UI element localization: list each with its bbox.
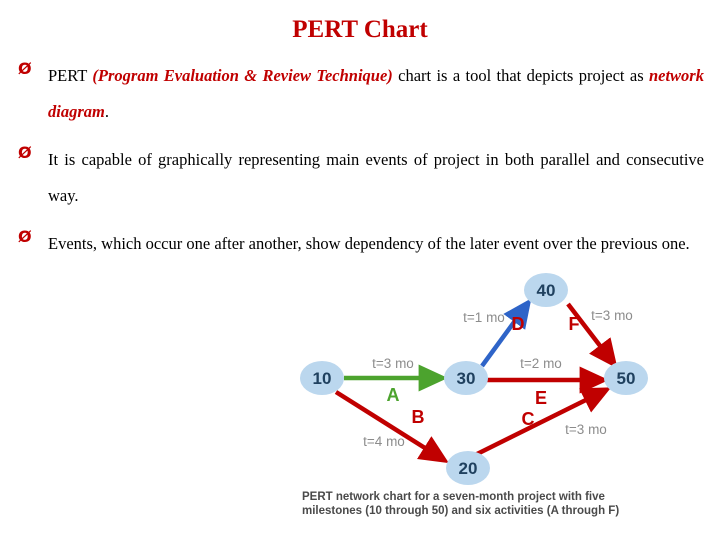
svg-text:10: 10 (313, 369, 332, 388)
bullet-segment-emphasis: (Program Evaluation & Review Technique) (92, 66, 393, 85)
activity-label-c: C (522, 409, 535, 429)
milestone-node-30: 30 (444, 361, 488, 395)
activity-label-a: A (387, 385, 400, 405)
bullet-segment: . (104, 102, 109, 121)
list-item: Ø Events, which occur one after another,… (18, 226, 704, 262)
activity-duration-e: t=2 mo (520, 356, 562, 371)
bullet-segment: chart is a tool that depicts project as (392, 66, 649, 85)
milestone-node-20: 20 (446, 451, 490, 485)
bullet-marker-icon: Ø (18, 143, 32, 162)
svg-text:50: 50 (617, 369, 636, 388)
bullet-segment: PERT (48, 66, 93, 85)
diagram-caption-line-2: milestones (10 through 50) and six activ… (302, 505, 620, 517)
bullet-list: Ø PERT (Program Evaluation & Review Tech… (18, 58, 704, 274)
svg-text:20: 20 (459, 459, 478, 478)
list-item: Ø PERT (Program Evaluation & Review Tech… (18, 58, 704, 130)
diagram-caption: PERT network chart for a seven-month pro… (302, 490, 702, 518)
activity-duration-c: t=3 mo (565, 422, 607, 437)
activity-label-e: E (535, 388, 547, 408)
slide-root: PERT Chart Ø PERT (Program Evaluation & … (0, 0, 720, 540)
list-item: Ø It is capable of graphically represent… (18, 142, 704, 214)
milestone-node-10: 10 (300, 361, 344, 395)
activity-label-b: B (412, 407, 425, 427)
bullet-text: It is capable of graphically representin… (48, 150, 704, 205)
activity-label-d: D (512, 314, 525, 334)
page-title: PERT Chart (292, 16, 428, 43)
activity-duration-f: t=3 mo (591, 308, 633, 323)
activity-duration-b: t=4 mo (363, 434, 405, 449)
activity-duration-d: t=1 mo (463, 310, 505, 325)
svg-text:40: 40 (537, 281, 556, 300)
bullet-text: Events, which occur one after another, s… (48, 234, 690, 253)
bullet-text: PERT (Program Evaluation & Review Techni… (48, 58, 704, 130)
bullet-marker-icon: Ø (18, 59, 32, 78)
svg-text:30: 30 (457, 369, 476, 388)
diagram-caption-line-1: PERT network chart for a seven-month pro… (302, 491, 605, 503)
activity-duration-a: t=3 mo (372, 356, 414, 371)
bullet-marker-icon: Ø (18, 227, 32, 246)
milestone-node-50: 50 (604, 361, 648, 395)
activity-label-f: F (569, 314, 580, 334)
milestone-node-40: 40 (524, 273, 568, 307)
pert-network-diagram: 10 20 30 40 50 A B C D E F t=3 mo t=4 mo… (296, 268, 708, 528)
